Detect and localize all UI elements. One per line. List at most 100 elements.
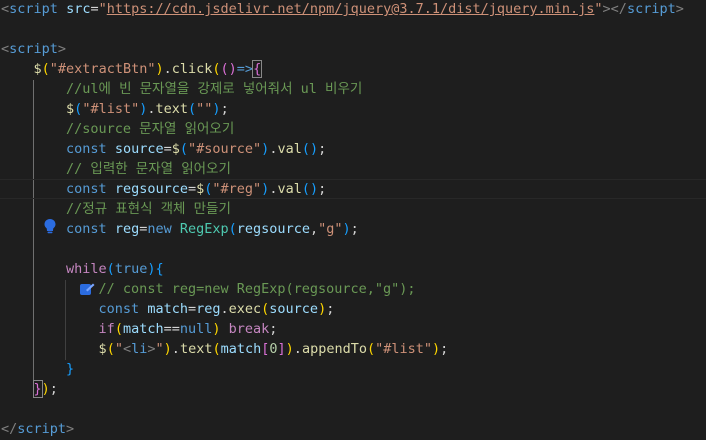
code-line[interactable] — [0, 399, 706, 419]
code-line[interactable]: // 입력한 문자열 읽어오기 — [0, 159, 706, 179]
code-token: const — [98, 301, 140, 317]
code-token: ] — [277, 341, 286, 357]
code-token: ) — [212, 321, 221, 337]
edit-hint-icon[interactable] — [78, 281, 96, 299]
code-token: ( — [106, 261, 115, 277]
code-token: "" — [196, 101, 213, 117]
code-line[interactable]: //정규 표현식 객체 만들기 — [0, 199, 706, 219]
code-token: $ — [98, 341, 107, 357]
code-line[interactable]: </script> — [0, 419, 706, 439]
code-token: ; — [326, 301, 335, 317]
code-token: script — [9, 41, 58, 57]
code-token: true — [114, 261, 148, 277]
code-token: ; — [49, 381, 58, 397]
code-token: script — [626, 1, 676, 17]
code-line[interactable]: $("#extractBtn").click(()=>{ — [0, 59, 706, 79]
code-editor[interactable]: <script src="https://cdn.jsdelivr.net/np… — [0, 0, 706, 440]
code-token: const — [66, 181, 107, 197]
code-token: li — [131, 341, 148, 357]
code-token: $ — [66, 101, 75, 117]
code-token: "#source" — [188, 141, 262, 157]
code-token: //source 문자열 읽어오기 — [66, 121, 235, 137]
code-token: script — [9, 1, 58, 17]
code-token: = — [90, 1, 99, 17]
code-line[interactable]: <script> — [0, 39, 706, 59]
code-line[interactable]: while(true){ — [0, 259, 706, 279]
code-token: regsource — [114, 181, 188, 197]
code-token: ; — [220, 101, 229, 117]
code-token: . — [293, 341, 302, 357]
code-token: // 입력한 문자열 읽어오기 — [66, 161, 231, 177]
code-token: ) — [41, 381, 50, 397]
code-token: ( — [114, 321, 123, 337]
code-token: => — [236, 61, 254, 77]
code-line[interactable]: const match=reg.exec(source); — [0, 299, 706, 319]
code-line[interactable]: //source 문자열 읽어오기 — [0, 119, 706, 139]
code-token: } — [32, 380, 43, 398]
code-token: "#extractBtn" — [49, 61, 156, 77]
code-line[interactable]: const regsource=$("#reg").val(); — [0, 179, 706, 199]
code-token: click — [171, 61, 213, 77]
code-token: ( — [188, 101, 197, 117]
code-token: $ — [171, 141, 180, 157]
code-line[interactable]: //ul에 빈 문자열을 강제로 넣어줘서 ul 비우기 — [0, 79, 706, 99]
code-token: ; — [318, 141, 327, 157]
code-line[interactable] — [0, 239, 706, 259]
code-token: " — [594, 1, 603, 17]
code-token: . — [220, 301, 229, 317]
code-token: ( — [41, 61, 50, 77]
code-line[interactable]: if(match==null) break; — [0, 319, 706, 339]
code-token: "g" — [318, 221, 343, 237]
code-token: $ — [33, 61, 42, 77]
code-token: match — [122, 321, 164, 337]
code-token: // const reg=new RegExp(regsource,"g"); — [98, 281, 416, 297]
code-token: ; — [440, 341, 449, 357]
code-token: null — [179, 321, 213, 337]
code-token: "#reg" — [212, 181, 262, 197]
code-line[interactable]: }); — [0, 379, 706, 399]
code-token: //ul에 빈 문자열을 강제로 넣어줘서 ul 비우기 — [66, 81, 363, 97]
code-token: script — [17, 421, 67, 437]
code-line[interactable]: $("#list").text(""); — [0, 99, 706, 119]
code-token: ) — [285, 341, 294, 357]
code-line[interactable] — [0, 19, 706, 39]
code-token: match — [147, 301, 188, 317]
code-token: = — [163, 141, 172, 157]
code-token: val — [277, 141, 302, 157]
code-token: } — [66, 361, 75, 377]
code-token: = — [187, 301, 197, 317]
code-line[interactable]: } — [0, 359, 706, 379]
code-token: text — [155, 101, 189, 117]
code-token: regsource — [236, 221, 310, 237]
code-line[interactable]: const reg=new RegExp(regsource,"g"); — [0, 219, 706, 239]
lightbulb-icon[interactable] — [41, 217, 59, 235]
code-token: > — [66, 421, 75, 437]
code-token: ></ — [602, 1, 627, 17]
code-line[interactable]: // const reg=new RegExp(regsource,"g"); — [0, 279, 706, 299]
code-token: ( — [106, 341, 115, 357]
code-token: " — [155, 341, 164, 357]
code-token: ) — [342, 221, 351, 237]
code-line[interactable]: $("<li>").text(match[0]).appendTo("#list… — [0, 339, 706, 359]
code-token: > — [57, 41, 67, 57]
code-token: val — [277, 181, 302, 197]
code-token: </ — [1, 421, 18, 437]
code-line[interactable]: <script src="https://cdn.jsdelivr.net/np… — [0, 0, 706, 19]
code-line[interactable]: const source=$("#source").val(); — [0, 139, 706, 159]
code-token: ) — [212, 101, 221, 117]
code-token: ) — [163, 341, 172, 357]
code-token: source — [269, 301, 319, 317]
code-token: const — [66, 221, 107, 237]
